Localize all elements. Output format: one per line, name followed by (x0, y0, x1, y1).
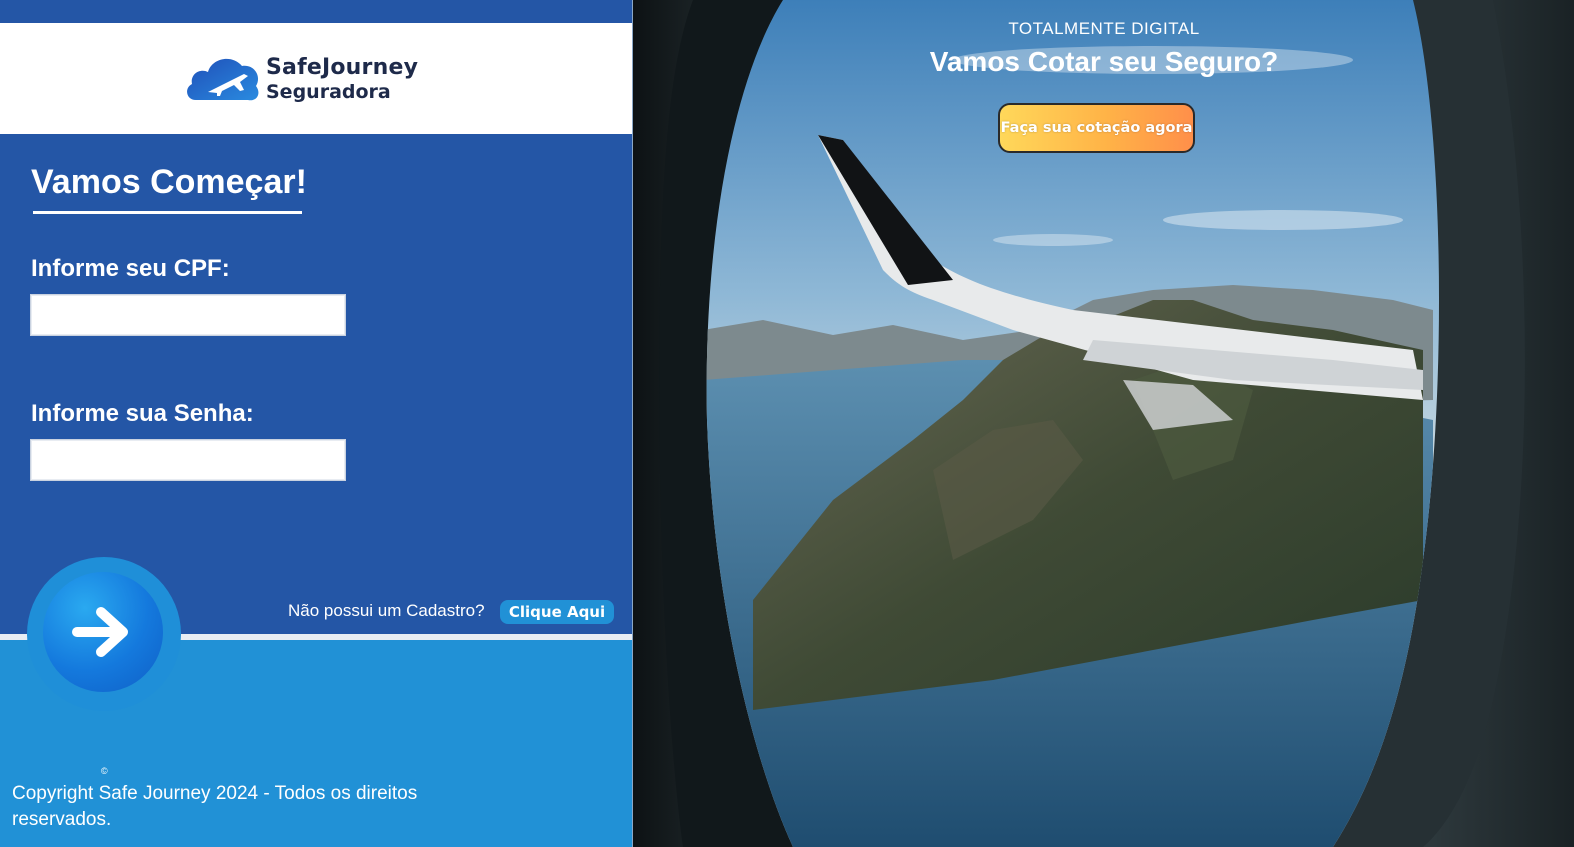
quote-cta-button[interactable]: Faça sua cotação agora (998, 103, 1195, 153)
hero-panel: TOTALMENTE DIGITAL Vamos Cotar seu Segur… (632, 0, 1574, 847)
brand-subtitle: Seguradora (266, 81, 391, 103)
cloud-plane-icon (187, 58, 259, 101)
signup-button[interactable]: Clique Aqui (500, 600, 614, 624)
title-underline (33, 211, 302, 214)
hero-title: Vamos Cotar seu Seguro? (929, 46, 1279, 77)
top-strip (0, 0, 632, 23)
password-input[interactable] (30, 439, 346, 481)
submit-button[interactable] (43, 572, 163, 692)
cpf-input[interactable] (30, 294, 346, 336)
password-label: Informe sua Senha: (31, 400, 254, 427)
copyright-text: Copyright Safe Journey 2024 - Todos os d… (12, 783, 418, 830)
cpf-label: Informe seu CPF: (31, 255, 230, 282)
arrow-right-icon (72, 607, 128, 657)
brand-name: SafeJourney (266, 55, 419, 80)
hero-tagline: TOTALMENTE DIGITAL (1008, 19, 1200, 38)
brand-logo: SafeJourney Seguradora (182, 50, 432, 110)
login-panel: SafeJourney Seguradora Vamos Começar! In… (0, 0, 632, 847)
no-account-text: Não possui um Cadastro? (288, 601, 485, 620)
copyright-symbol: © (101, 766, 108, 776)
logo-band: SafeJourney Seguradora (0, 23, 632, 134)
page-title: Vamos Começar! (31, 163, 307, 201)
